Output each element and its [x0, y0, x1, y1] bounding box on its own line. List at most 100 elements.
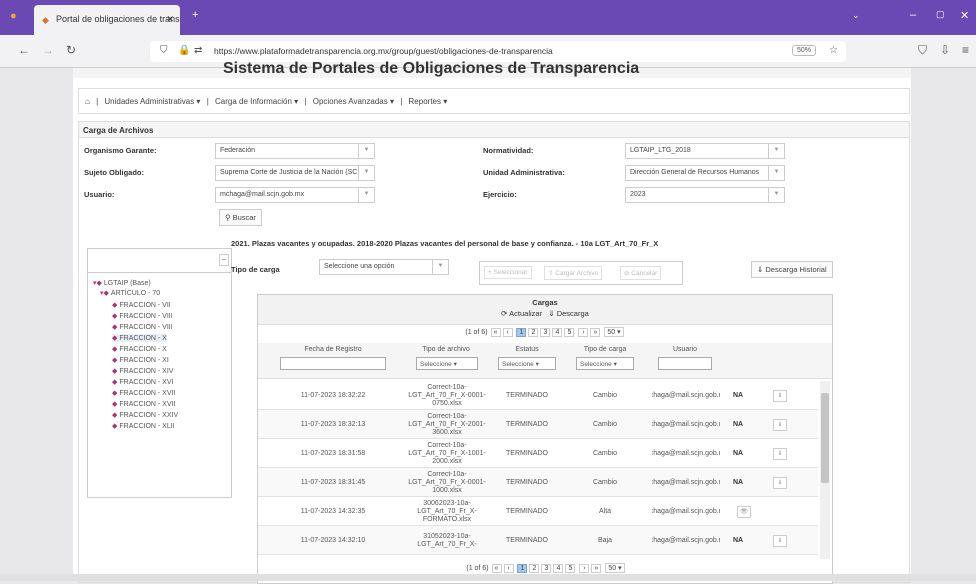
tree-item[interactable]: ◆ FRACCION - XVI: [112, 378, 173, 386]
page-3-button[interactable]: 3: [541, 564, 552, 573]
extensions-icon[interactable]: ⇩: [940, 43, 950, 57]
page-2-button[interactable]: 2: [528, 328, 539, 337]
first-page-button[interactable]: «: [491, 564, 502, 573]
descarga-historial-button[interactable]: ⇓ Descarga Historial: [751, 261, 833, 278]
home-icon[interactable]: ⌂: [85, 97, 90, 106]
scrollbar-thumb[interactable]: [821, 393, 829, 483]
download-row-button[interactable]: ⇓: [773, 418, 787, 431]
tab-title: Portal de obligaciones de trans: [56, 14, 180, 24]
minimize-icon[interactable]: –: [910, 9, 916, 21]
page-1-button[interactable]: 1: [517, 564, 528, 573]
list-tabs-icon[interactable]: ⌄: [852, 10, 860, 21]
tipo-filter-select[interactable]: Seleccione ▾: [576, 357, 634, 370]
browser-tab[interactable]: ◆ Portal de obligaciones de trans ✕: [34, 5, 180, 35]
page-horizontal-scrollbar[interactable]: [0, 574, 976, 581]
cell-archivo: 30062023-10a-LGT_Art_70_Fr_X-FORMATO.xls…: [417, 499, 477, 523]
url-bar[interactable]: ⛉ 🔒 ⇄ https://www.plataformadetransparen…: [150, 41, 846, 62]
next-page-button[interactable]: ›: [579, 564, 590, 573]
menu-reportes[interactable]: Reportes ▾: [409, 97, 448, 106]
table-row[interactable]: 11-07-2023 18:32:13 Correct-10a-LGT_Art_…: [258, 410, 818, 439]
zoom-level[interactable]: 50%: [791, 45, 816, 56]
tree-item[interactable]: ◆ FRACCION - XVII: [112, 400, 175, 408]
last-page-button[interactable]: »: [591, 564, 602, 573]
next-page-button[interactable]: ›: [578, 328, 589, 337]
tree-item[interactable]: ◆ FRACCION - X: [112, 345, 167, 353]
normatividad-select[interactable]: LGTAIP_LTG_2018 ▼: [625, 143, 785, 159]
tree-item[interactable]: ◆ FRACCION - XVII: [112, 389, 175, 397]
maximize-icon[interactable]: ▢: [936, 9, 945, 20]
actualizar-button[interactable]: ⟳ Actualizar: [501, 309, 542, 318]
tree-item[interactable]: ◆ FRACCION - XXIV: [112, 411, 178, 419]
forward-icon[interactable]: →: [42, 43, 54, 57]
download-row-button[interactable]: ⇓: [773, 476, 787, 489]
page-5-button[interactable]: 5: [564, 328, 575, 337]
download-row-button[interactable]: ⇓: [773, 447, 787, 460]
estatus-filter-select[interactable]: Seleccione ▾: [498, 357, 556, 370]
sujeto-select[interactable]: Suprema Corte de Justicia de la Nación (…: [215, 165, 375, 181]
cell-na: NA: [732, 536, 744, 544]
tree-item-selected[interactable]: ◆ FRACCION - X: [112, 334, 167, 342]
archivo-filter-select[interactable]: Seleccione ▾: [416, 357, 478, 370]
unidad-select[interactable]: Dirección General de Recursos Humanos ▼: [625, 165, 785, 181]
cancelar-button[interactable]: ⊘ Cancelar: [620, 266, 662, 280]
page-2-button[interactable]: 2: [529, 564, 540, 573]
lock-icon[interactable]: 🔒: [178, 45, 190, 56]
page-1-button[interactable]: 1: [516, 328, 527, 337]
table-row[interactable]: 11-07-2023 18:32:22 Correct-10a-LGT_Art_…: [258, 381, 818, 410]
shield-icon[interactable]: ⛉: [160, 45, 168, 56]
seleccionar-button[interactable]: + Seleccionar: [484, 266, 532, 279]
tree-root[interactable]: ▾◆ LGTAIP (Base): [93, 279, 151, 287]
download-row-button[interactable]: ⇓: [773, 534, 787, 547]
tree-item[interactable]: ◆ FRACCION - XI: [112, 356, 169, 364]
grid-scrollbar[interactable]: [820, 381, 830, 559]
page-5-button[interactable]: 5: [565, 564, 576, 573]
back-icon[interactable]: ←: [18, 43, 30, 57]
permissions-icon[interactable]: ⇄: [194, 45, 202, 56]
menu-carga[interactable]: Carga de Información ▾: [215, 97, 298, 106]
usuario-filter-input[interactable]: [658, 357, 712, 370]
table-row[interactable]: 11-07-2023 14:32:35 30062023-10a-LGT_Art…: [258, 497, 818, 526]
ejercicio-select[interactable]: 2023 ▼: [625, 187, 785, 203]
table-row[interactable]: 11-07-2023 18:31:45 Correct-10a-LGT_Art_…: [258, 468, 818, 497]
fecha-filter-input[interactable]: [280, 357, 386, 370]
first-page-button[interactable]: «: [490, 328, 501, 337]
page-4-button[interactable]: 4: [552, 328, 563, 337]
menu-opciones[interactable]: Opciones Avanzadas ▾: [313, 97, 394, 106]
rows-per-page-select[interactable]: 50 ▾: [604, 327, 624, 337]
descarga-button[interactable]: ⇓ Descarga: [548, 309, 588, 318]
tree-item[interactable]: ◆ FRACCION - XLII: [112, 422, 175, 430]
tree-item[interactable]: ◆ FRACCION - VIII: [112, 323, 173, 331]
download-row-button[interactable]: ⇓: [773, 389, 787, 402]
rows-per-page-select[interactable]: 50 ▾: [605, 563, 625, 573]
prev-page-button[interactable]: ‹: [503, 564, 514, 573]
menu-icon[interactable]: ≡: [962, 43, 969, 57]
usuario-select[interactable]: mchaga@mail.scjn.gob.mx ▼: [215, 187, 375, 203]
view-eye-icon[interactable]: 👁: [737, 505, 751, 518]
tipo-carga-select[interactable]: Seleccione una opción ▼: [319, 259, 449, 275]
cargar-archivo-button[interactable]: ⇧ Cargar Archivo: [544, 266, 603, 280]
prev-page-button[interactable]: ‹: [502, 328, 513, 337]
collapse-icon[interactable]: –: [219, 254, 229, 266]
tree-item[interactable]: ◆ FRACCION - VII: [112, 301, 171, 309]
new-tab-icon[interactable]: +: [192, 9, 198, 21]
buscar-button[interactable]: ⚲ Buscar: [219, 209, 262, 226]
close-tab-icon[interactable]: ✕: [166, 14, 174, 25]
organismo-select[interactable]: Federación ▼: [215, 143, 375, 159]
table-row[interactable]: 11-07-2023 18:31:58 Correct-10a-LGT_Art_…: [258, 439, 818, 468]
page-3-button[interactable]: 3: [540, 328, 551, 337]
cell-action: ⇓: [768, 526, 792, 555]
page-4-button[interactable]: 4: [553, 564, 564, 573]
tree-item[interactable]: ◆ FRACCION - VIII: [112, 312, 173, 320]
tree-item[interactable]: ◆ FRACCION - XIV: [112, 367, 173, 375]
table-row[interactable]: 11-07-2023 14:32:10 31052023-10a-LGT_Art…: [258, 526, 818, 555]
close-window-icon[interactable]: ✕: [960, 9, 969, 22]
bookmark-star-icon[interactable]: ☆: [829, 45, 838, 56]
reload-icon[interactable]: ↻: [66, 43, 76, 57]
tree-child[interactable]: ▾◆ ARTÍCULO - 70: [100, 289, 160, 297]
pocket-icon[interactable]: ⛉: [918, 43, 927, 58]
cargas-grid: Cargas ⟳ Actualizar ⇓ Descarga (1 of 6) …: [257, 294, 833, 584]
rows-per-page-value: 50: [608, 565, 617, 572]
menu-unidades[interactable]: Unidades Administrativas ▾: [104, 97, 200, 106]
chevron-down-icon: ▼: [358, 144, 374, 158]
last-page-button[interactable]: »: [590, 328, 601, 337]
